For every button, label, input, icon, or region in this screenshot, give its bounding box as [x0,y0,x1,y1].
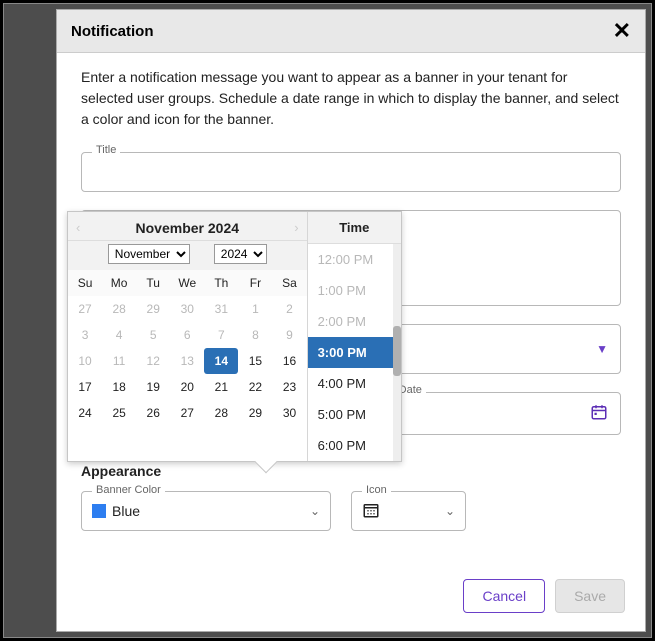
calendar-day[interactable]: 21 [204,374,238,400]
chevron-down-icon: ⌄ [445,504,455,518]
calendar-day[interactable]: 22 [238,374,272,400]
scrollbar-track[interactable] [393,244,401,461]
calendar-day[interactable]: 26 [136,400,170,426]
weekday-header: Su [68,270,102,296]
calendar-day[interactable]: 28 [102,296,136,322]
time-option: 1:00 PM [308,275,401,306]
close-icon[interactable]: ✕ [613,20,631,42]
calendar-day[interactable]: 28 [204,400,238,426]
next-month-icon[interactable]: › [294,220,298,235]
banner-color-select[interactable]: Banner Color Blue ⌄ [81,491,331,531]
modal-footer: Cancel Save [57,565,645,631]
calendar-day[interactable]: 5 [136,322,170,348]
weekday-header: Mo [102,270,136,296]
time-option[interactable]: 5:00 PM [308,399,401,430]
calendar-day[interactable]: 29 [238,400,272,426]
calendar-day[interactable]: 7 [204,322,238,348]
time-option: 2:00 PM [308,306,401,337]
weekday-header: Th [204,270,238,296]
calendar-day[interactable]: 30 [272,400,306,426]
weekday-header: We [170,270,204,296]
calendar-day[interactable]: 24 [68,400,102,426]
year-select[interactable]: 2024 [214,244,267,264]
modal-body: Enter a notification message you want to… [57,53,645,565]
calendar-day[interactable]: 30 [170,296,204,322]
calendar-icon[interactable] [590,403,608,424]
calendar-day[interactable]: 13 [170,348,204,374]
banner-color-label: Banner Color [92,484,165,496]
time-pane: Time 12:00 PM1:00 PM2:00 PM3:00 PM4:00 P… [307,212,401,461]
chevron-down-icon: ▼ [596,342,608,356]
calendar-pane: ‹ November 2024 › November 2024 SuMoTuWe… [68,212,307,461]
banner-color-value: Blue [112,503,140,519]
time-list[interactable]: 12:00 PM1:00 PM2:00 PM3:00 PM4:00 PM5:00… [308,244,401,461]
icon-label: Icon [362,484,391,496]
calendar-day[interactable]: 3 [68,322,102,348]
title-label: Title [92,144,120,156]
scrollbar-thumb[interactable] [393,326,401,376]
calendar-grid: SuMoTuWeThFrSa 2728293031123456789101112… [68,270,307,426]
prev-month-icon[interactable]: ‹ [76,220,80,235]
calendar-day[interactable]: 6 [170,322,204,348]
calendar-day[interactable]: 9 [272,322,306,348]
calendar-day[interactable]: 27 [170,400,204,426]
calendar-day[interactable]: 12 [136,348,170,374]
weekday-header: Fr [238,270,272,296]
color-swatch [92,504,106,518]
time-option[interactable]: 6:00 PM [308,430,401,461]
appearance-heading: Appearance [81,463,621,479]
modal-title: Notification [71,23,154,40]
calendar-day[interactable]: 15 [238,348,272,374]
calendar-day[interactable]: 29 [136,296,170,322]
time-option: 12:00 PM [308,244,401,275]
calendar-day[interactable]: 25 [102,400,136,426]
calendar-day[interactable]: 27 [68,296,102,322]
calendar-grid-icon [362,501,380,522]
calendar-day[interactable]: 18 [102,374,136,400]
calendar-day[interactable]: 14 [204,348,238,374]
notification-modal: Notification ✕ Enter a notification mess… [56,9,646,632]
cancel-button[interactable]: Cancel [463,579,545,613]
calendar-day[interactable]: 19 [136,374,170,400]
time-header: Time [308,212,401,244]
title-field[interactable]: Title [81,152,621,192]
icon-select[interactable]: Icon ⌄ [351,491,466,531]
weekday-header: Sa [272,270,306,296]
modal-description: Enter a notification message you want to… [81,67,621,130]
calendar-day[interactable]: 23 [272,374,306,400]
calendar-day[interactable]: 2 [272,296,306,322]
modal-header: Notification ✕ [57,10,645,53]
calendar-day[interactable]: 17 [68,374,102,400]
time-option[interactable]: 3:00 PM [308,337,401,368]
save-button: Save [555,579,625,613]
calendar-day[interactable]: 20 [170,374,204,400]
month-select[interactable]: November [108,244,190,264]
chevron-down-icon: ⌄ [310,504,320,518]
calendar-day[interactable]: 1 [238,296,272,322]
date-time-picker: ‹ November 2024 › November 2024 SuMoTuWe… [67,211,402,462]
calendar-day[interactable]: 10 [68,348,102,374]
time-option[interactable]: 4:00 PM [308,368,401,399]
calendar-day[interactable]: 4 [102,322,136,348]
calendar-day[interactable]: 11 [102,348,136,374]
calendar-day[interactable]: 31 [204,296,238,322]
calendar-day[interactable]: 8 [238,322,272,348]
calendar-day[interactable]: 16 [272,348,306,374]
weekday-header: Tu [136,270,170,296]
calendar-month-year: November 2024 [136,220,240,236]
